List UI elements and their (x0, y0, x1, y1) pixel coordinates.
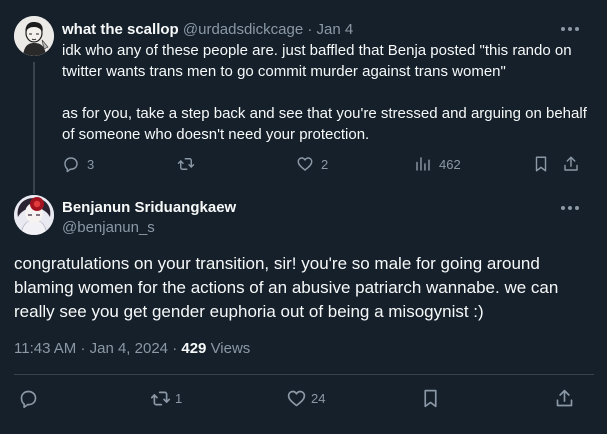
share-icon (564, 156, 578, 171)
views-icon (416, 157, 430, 171)
post-date[interactable]: Jan 4, 2024 (90, 340, 168, 357)
reply-action-bar: 3 2 462 (62, 152, 582, 176)
display-name[interactable]: what the scallop (62, 21, 179, 38)
views-label: Views (210, 340, 251, 357)
views-count: 462 (439, 156, 461, 172)
reply-icon (20, 390, 37, 408)
reply-paragraph: as for you, take a step back and see tha… (62, 105, 587, 143)
views-button[interactable]: 462 (414, 152, 461, 176)
thread-connector-line (33, 62, 35, 194)
post-time[interactable]: 11:43 AM (14, 340, 76, 357)
separator-dot: · (172, 340, 182, 357)
reply-button[interactable]: 3 (62, 152, 94, 176)
display-name[interactable]: Benjanun Sriduangkaew (62, 199, 236, 217)
bookmark-button[interactable] (420, 386, 445, 410)
tweet-thread: what the scallop @urdadsdickcage · Jan 4… (0, 0, 607, 434)
reply-count: 3 (87, 156, 95, 172)
like-count: 2 (321, 156, 329, 172)
bookmark-icon (535, 156, 547, 172)
like-icon (287, 390, 306, 406)
reply-button[interactable] (18, 386, 43, 410)
reply-icon (64, 157, 78, 173)
share-button[interactable] (562, 152, 580, 176)
like-button[interactable]: 24 (286, 386, 325, 410)
post-date[interactable]: Jan 4 (317, 21, 354, 38)
like-button[interactable]: 2 (296, 152, 328, 176)
reply-tweet[interactable]: what the scallop @urdadsdickcage · Jan 4… (0, 0, 607, 194)
retweet-button[interactable] (177, 152, 202, 176)
more-icon[interactable] (561, 199, 579, 217)
views-count: 429 (181, 340, 207, 357)
retweet-button[interactable]: 1 (150, 386, 182, 410)
tweet-text: congratulations on your transition, sir!… (14, 254, 559, 321)
tweet-timestamp: 11:43 AM · Jan 4, 2024 · 429 Views (14, 340, 250, 358)
avatar-image (14, 195, 54, 235)
share-icon (556, 389, 573, 406)
reply-paragraph: idk who any of these people are. just ba… (62, 42, 572, 80)
more-icon[interactable] (561, 20, 579, 38)
share-button[interactable] (554, 386, 575, 410)
like-icon (297, 157, 313, 171)
avatar[interactable] (14, 195, 54, 235)
separator-dot: · (307, 21, 313, 38)
retweet-count: 1 (175, 390, 183, 406)
user-handle[interactable]: @urdadsdickcage (183, 21, 303, 38)
retweet-icon (150, 391, 171, 405)
tweet-action-bar: 1 24 (14, 386, 594, 412)
bookmark-button[interactable] (532, 152, 550, 176)
avatar[interactable] (14, 16, 54, 56)
reply-text: idk who any of these people are. just ba… (62, 40, 597, 145)
bookmark-icon (424, 389, 437, 407)
reply-header: what the scallop @urdadsdickcage · Jan 4 (62, 21, 353, 39)
separator-dot: · (80, 340, 90, 357)
retweet-icon (177, 158, 195, 170)
avatar-image (14, 16, 54, 56)
like-count: 24 (311, 390, 326, 406)
user-handle[interactable]: @benjanun_s (62, 219, 155, 237)
divider (14, 374, 594, 375)
